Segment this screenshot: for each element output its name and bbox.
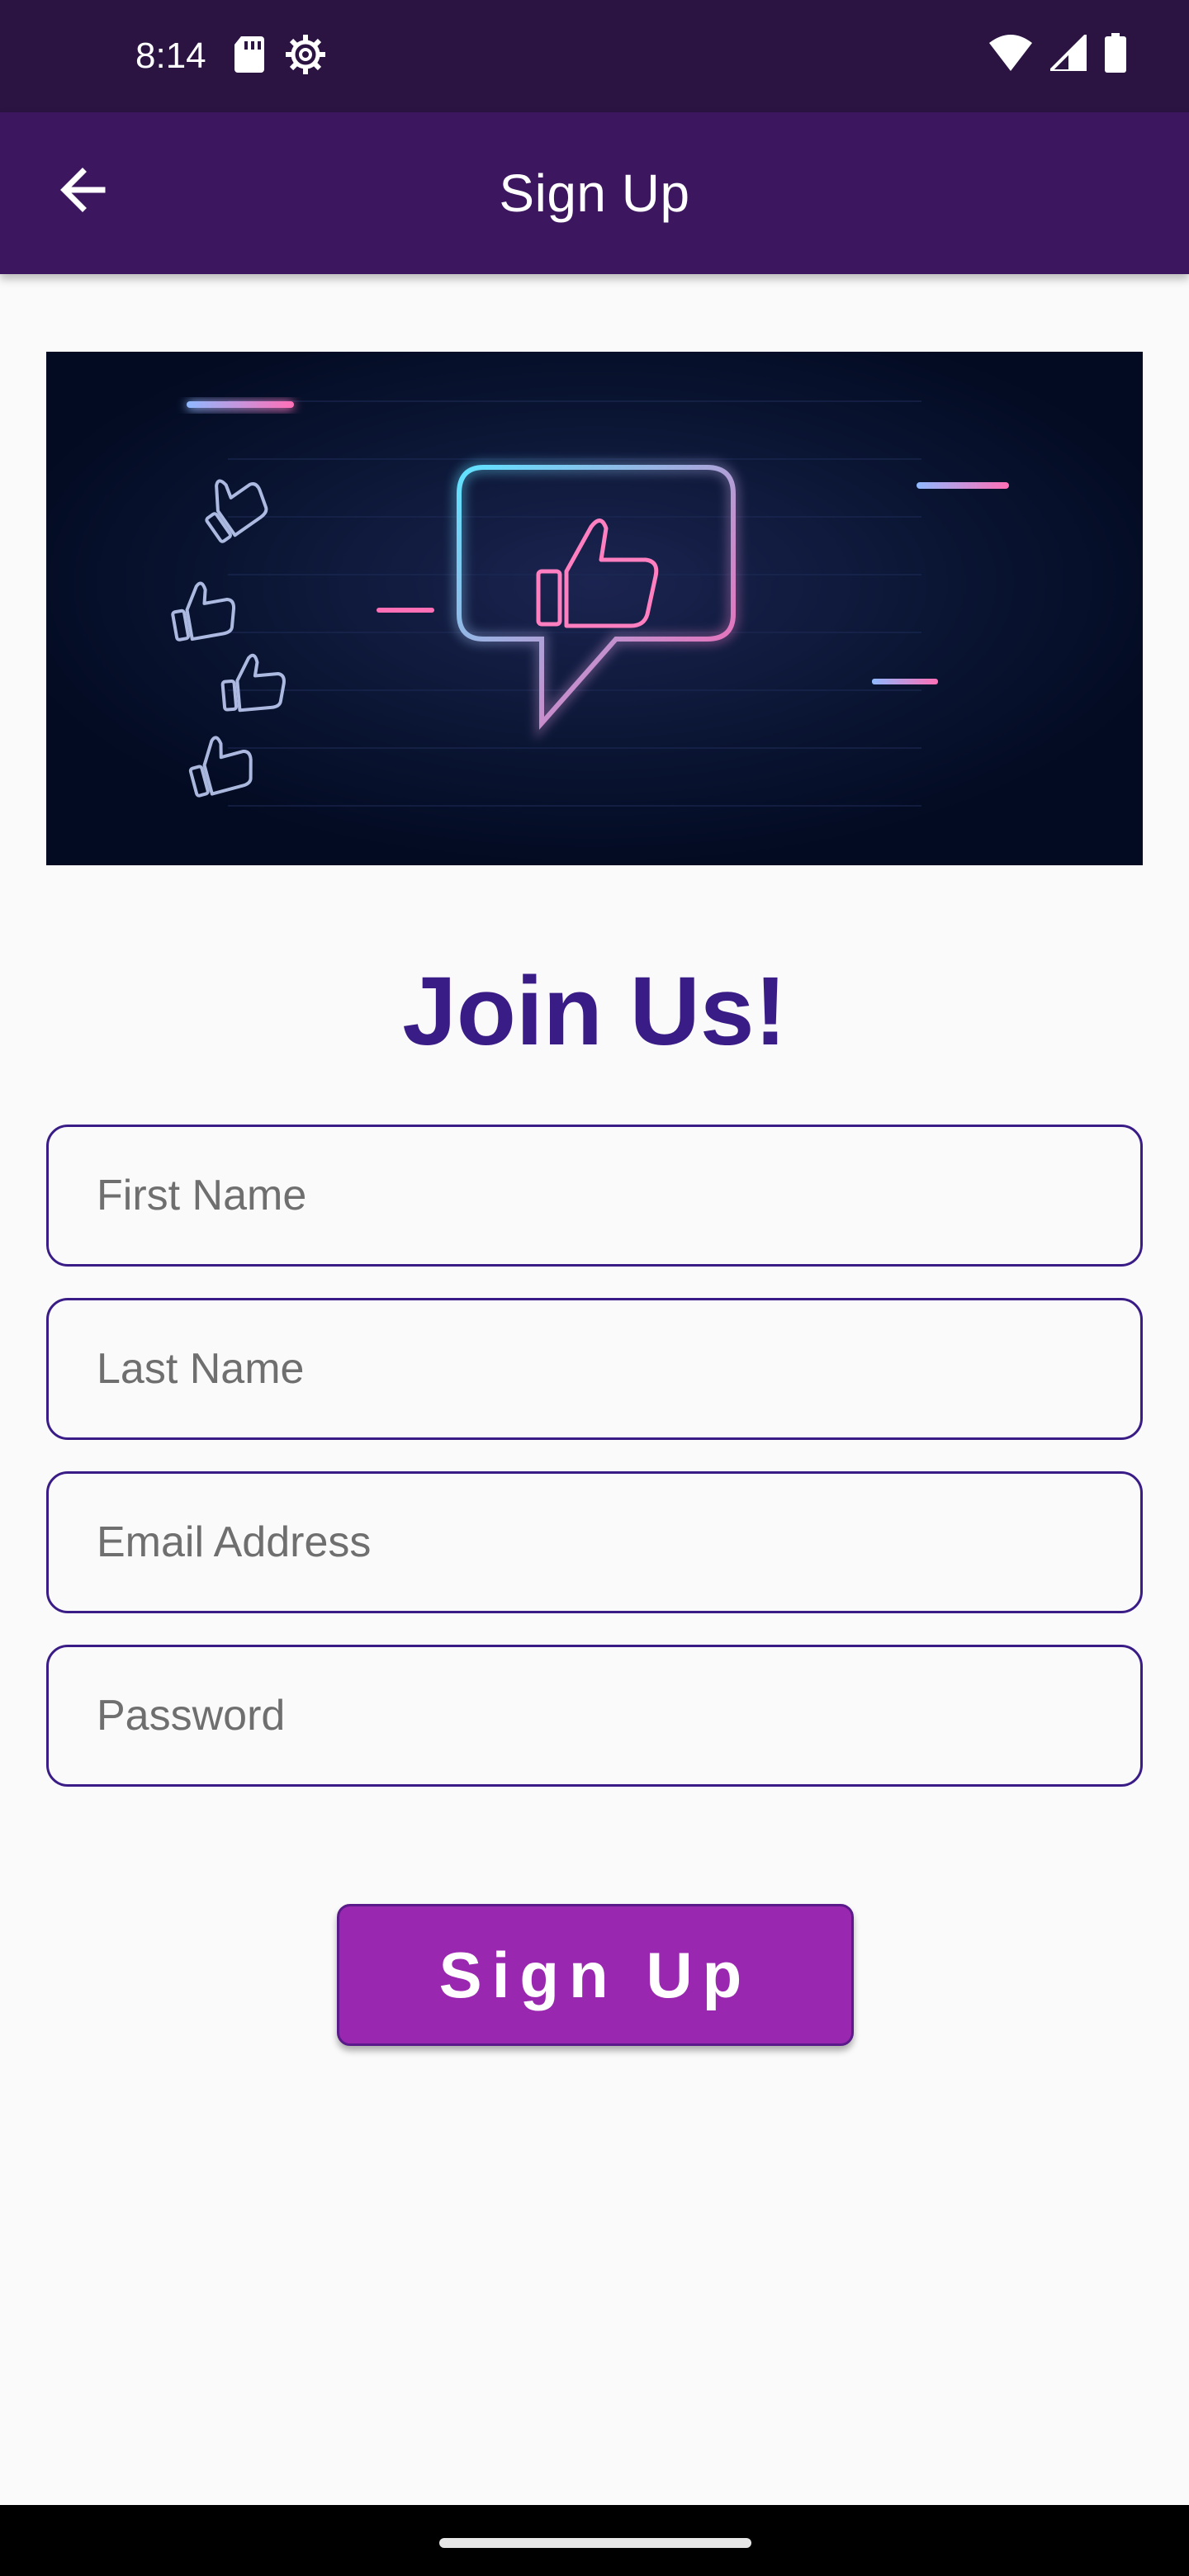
status-left-icons	[234, 35, 325, 78]
sd-card-icon	[234, 36, 264, 77]
status-bar: 8:14	[0, 0, 1189, 112]
first-name-input[interactable]	[49, 1127, 1140, 1264]
status-right-icons	[989, 33, 1126, 77]
wifi-icon	[989, 35, 1032, 75]
page-title: Sign Up	[499, 163, 690, 223]
status-time: 8:14	[135, 36, 206, 76]
home-gesture-handle[interactable]	[439, 2538, 751, 2548]
last-name-field[interactable]	[46, 1298, 1143, 1440]
sign-up-button[interactable]: Sign Up	[337, 1904, 854, 2046]
cellular-signal-icon	[1049, 33, 1088, 75]
password-field[interactable]	[46, 1645, 1143, 1787]
arrow-left-icon	[56, 163, 109, 220]
settings-gear-icon	[286, 35, 325, 78]
neon-thumbs-up-illustration	[46, 352, 1143, 865]
password-input[interactable]	[49, 1647, 1140, 1784]
system-navigation-bar	[0, 2505, 1189, 2576]
battery-icon	[1105, 33, 1126, 77]
app-bar: Sign Up	[0, 112, 1189, 274]
last-name-input[interactable]	[49, 1300, 1140, 1437]
email-input[interactable]	[49, 1474, 1140, 1611]
back-button[interactable]	[43, 152, 122, 231]
email-field[interactable]	[46, 1471, 1143, 1613]
first-name-field[interactable]	[46, 1125, 1143, 1267]
join-us-heading: Join Us!	[402, 957, 787, 1066]
banner-image	[46, 352, 1143, 865]
